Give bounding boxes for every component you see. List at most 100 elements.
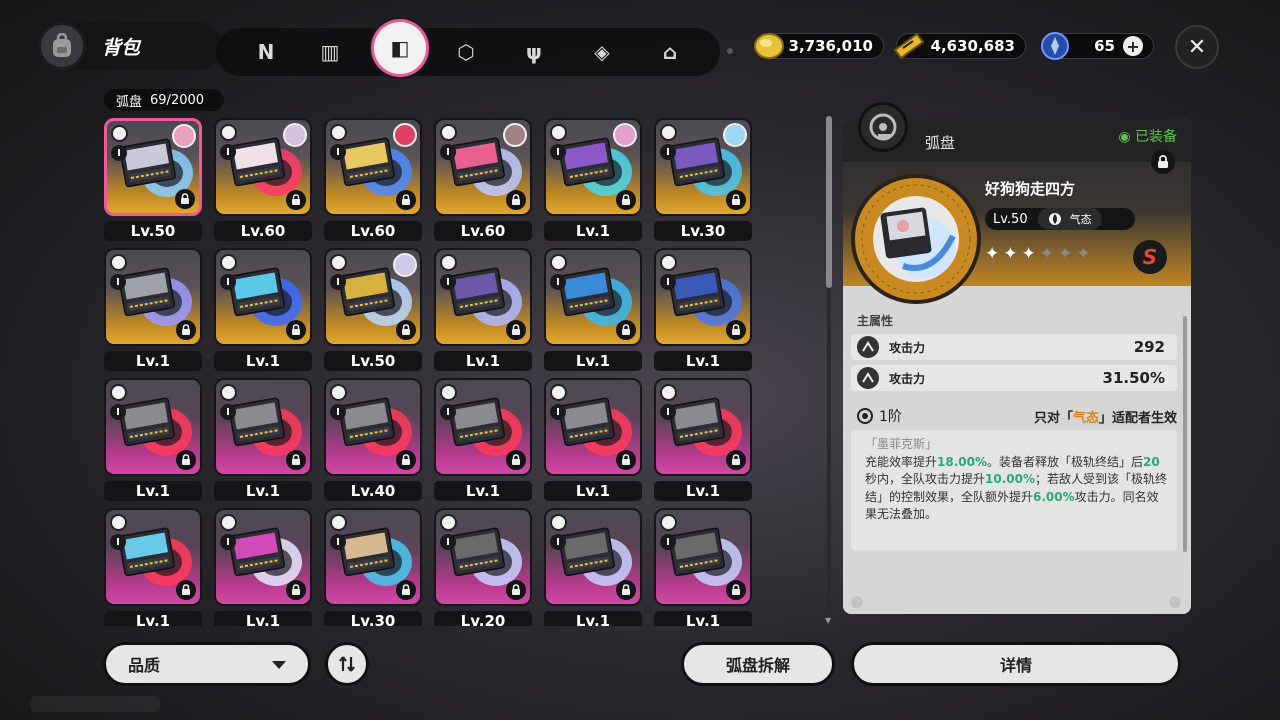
disc-card[interactable]: I Lv.1 — [214, 508, 312, 626]
disc-art — [668, 397, 742, 456]
disc-card[interactable]: I Lv.1 — [214, 378, 312, 502]
set-condition: 只对「气态」适配者生效 — [1033, 410, 1177, 426]
disc-card[interactable]: I Lv.1 — [654, 508, 752, 626]
disc-card[interactable]: I Lv.40 — [324, 378, 422, 502]
disc-art — [873, 196, 959, 282]
disc-card[interactable]: I Lv.1 — [104, 378, 202, 502]
star-empty-icon: ✦ — [1076, 244, 1091, 264]
disc-card[interactable]: I Lv.1 — [214, 248, 312, 372]
disc-slot-badge: I — [440, 274, 456, 290]
disc-card[interactable]: I Lv.1 — [654, 378, 752, 502]
tab-food[interactable]: ψ — [514, 32, 554, 72]
attribute-icon — [330, 514, 347, 531]
attribute-icon — [110, 254, 127, 271]
disc-portrait — [851, 174, 981, 304]
disc-level: Lv.50 — [324, 351, 422, 371]
props-icon: ◈ — [594, 40, 610, 64]
details-button[interactable]: 详情 — [851, 642, 1181, 686]
attribute-icon — [550, 254, 567, 271]
disc-card[interactable]: I Lv.1 — [544, 508, 642, 626]
disc-slot-badge: I — [110, 404, 126, 420]
currency-polychrome[interactable]: 4,630,683 — [893, 32, 1026, 60]
add-battery-button[interactable]: + — [1123, 36, 1143, 56]
disc-category-icon — [858, 102, 908, 152]
dennies-coin-icon — [754, 33, 784, 59]
disc-slot-badge: I — [440, 534, 456, 550]
disc-slot-badge: I — [440, 404, 456, 420]
detail-lock-button[interactable] — [1151, 150, 1175, 174]
disc-card[interactable]: I Lv.1 — [104, 508, 202, 626]
disc-card[interactable]: I Lv.30 — [324, 508, 422, 626]
disc-card-frame: I — [654, 508, 752, 606]
polychrome-value: 4,630,683 — [930, 37, 1015, 55]
sort-order-button[interactable] — [325, 642, 369, 686]
disc-card[interactable]: I Lv.20 — [434, 508, 532, 626]
ether-attribute-icon — [1048, 213, 1061, 225]
attribute-icon — [220, 124, 237, 141]
cube-icon: ⬡ — [457, 40, 475, 64]
lock-icon — [506, 580, 526, 600]
tab-drive-discs[interactable]: ◧ — [374, 22, 426, 74]
disc-card[interactable]: I Lv.1 — [104, 248, 202, 372]
effect-text: 充能效率提升18.00%。装备者释放「极轨终结」后20秒内，全队攻击力提升10.… — [865, 454, 1168, 522]
disc-card[interactable]: I Lv.30 — [654, 118, 752, 242]
tab-furniture[interactable]: ⌂ — [650, 32, 690, 72]
disc-card-frame: I — [214, 508, 312, 606]
disc-slot-badge: I — [110, 274, 126, 290]
tab-props[interactable]: ◈ — [582, 32, 622, 72]
disc-card[interactable]: I Lv.1 — [544, 248, 642, 372]
disc-card-frame: I — [654, 378, 752, 476]
disc-art — [338, 397, 412, 456]
lock-icon — [616, 320, 636, 340]
disc-level-pill: Lv.50 气态 — [985, 208, 1135, 230]
disc-card-frame: I — [214, 118, 312, 216]
disc-slot-badge: I — [660, 404, 676, 420]
disc-slot-badge: I — [330, 534, 346, 550]
disc-level: Lv.1 — [214, 351, 312, 371]
disc-card[interactable]: I Lv.1 — [544, 378, 642, 502]
disc-slot-badge: I — [220, 534, 236, 550]
close-button[interactable]: ✕ — [1175, 25, 1219, 69]
lock-icon — [1158, 155, 1168, 168]
disc-card[interactable]: I Lv.60 — [324, 118, 422, 242]
disc-card-frame: I — [544, 378, 642, 476]
disc-level: Lv.60 — [214, 221, 312, 241]
currency-dennies[interactable]: 3,736,010 — [754, 33, 884, 59]
disc-card[interactable]: I Lv.60 — [434, 118, 532, 242]
disc-level: Lv.50 — [993, 211, 1028, 227]
tab-bangboo[interactable]: ▥ — [310, 32, 350, 72]
disc-card[interactable]: I Lv.60 — [214, 118, 312, 242]
disc-card-frame: I — [654, 248, 752, 346]
tab-agents[interactable]: N — [246, 32, 286, 72]
disc-art — [558, 527, 632, 586]
disc-card[interactable]: I Lv.1 — [544, 118, 642, 242]
disc-slot-badge: I — [550, 534, 566, 550]
disc-card[interactable]: I Lv.1 — [434, 378, 532, 502]
disc-level: Lv.1 — [654, 351, 752, 371]
quality-filter-dropdown[interactable]: 品质 — [103, 642, 311, 686]
set-tier-icon — [857, 408, 873, 424]
dismantle-button[interactable]: 弧盘拆解 — [681, 642, 835, 686]
currency-battery[interactable]: 65 + — [1041, 32, 1154, 60]
category-tabs: N ▥ ◧ ⬡ ψ ◈ ⌂ — [216, 22, 720, 76]
equipped-agent-avatar — [613, 123, 637, 147]
lock-icon — [616, 580, 636, 600]
disc-level: Lv.1 — [104, 611, 202, 626]
lock-icon — [726, 580, 746, 600]
effect-name: 「墨菲克斯」 — [865, 437, 938, 451]
disc-level: Lv.1 — [434, 351, 532, 371]
backpack-icon — [38, 22, 86, 70]
panel-corner-dot — [1169, 596, 1181, 608]
tab-materials[interactable]: ⬡ — [446, 32, 486, 72]
disc-card[interactable]: I Lv.50 — [324, 248, 422, 372]
disc-slot-badge: I — [220, 404, 236, 420]
disc-card[interactable]: I Lv.1 — [654, 248, 752, 372]
disc-art — [558, 267, 632, 326]
panel-scrollbar[interactable] — [1183, 316, 1187, 552]
disc-card-frame: I — [544, 508, 642, 606]
disc-card[interactable]: I Lv.1 — [434, 248, 532, 372]
disc-level: Lv.1 — [544, 481, 642, 501]
grid-scrollbar-thumb[interactable] — [826, 116, 832, 288]
lock-icon — [396, 190, 416, 210]
disc-card[interactable]: I Lv.50 — [104, 118, 202, 242]
